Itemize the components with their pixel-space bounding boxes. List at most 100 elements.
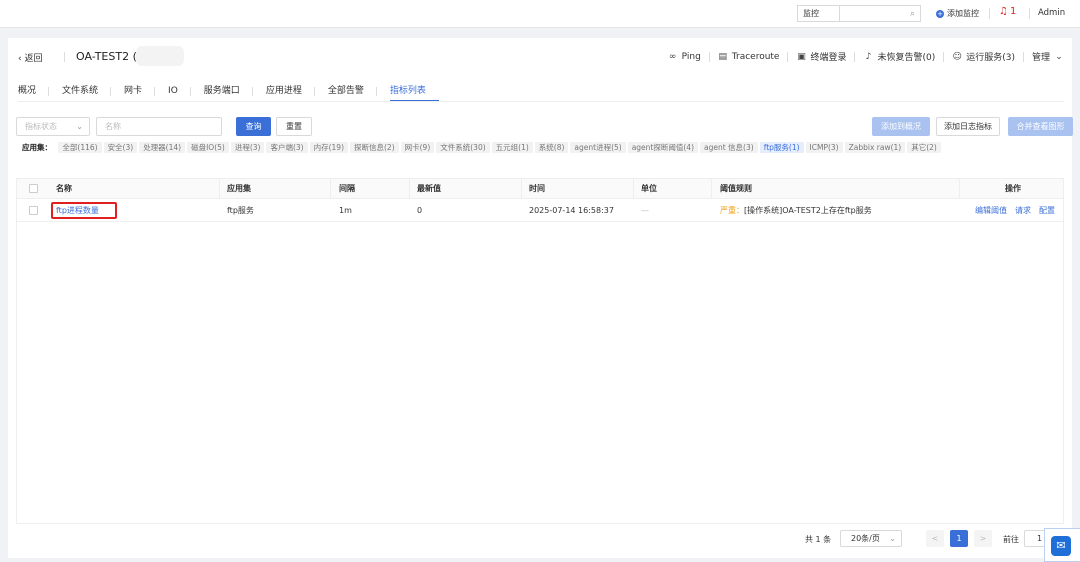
tab-service-ports[interactable]: 服务端口: [204, 84, 253, 102]
manage-label: 管理: [1031, 53, 1050, 63]
row-appset: ftp服务: [227, 206, 254, 215]
name-input[interactable]: 名称: [96, 117, 222, 136]
row-time: 2025-07-14 16:58:37: [529, 206, 614, 215]
redacted-mask: [136, 46, 184, 66]
traceroute-button[interactable]: ▤ Traceroute: [718, 52, 780, 62]
tab-all-alerts[interactable]: 全部告警: [328, 84, 377, 102]
appset-chip[interactable]: 五元组(1): [491, 142, 533, 153]
metrics-table: 名称 应用集 间隔 最新值 时间 单位 阈值规则 操作 ftp进程数量 ftp服…: [16, 178, 1064, 524]
tab-filesystem[interactable]: 文件系统: [62, 84, 112, 102]
col-latest: 最新值: [417, 184, 441, 193]
col-name: 名称: [56, 184, 72, 193]
terminal-login-label: 终端登录: [810, 53, 847, 63]
tab-overview[interactable]: 概况: [18, 84, 50, 102]
divider: [64, 52, 65, 62]
appset-chip[interactable]: 处理器(14): [139, 142, 186, 153]
page-size-value: 20条/页: [851, 534, 880, 543]
merge-graphs-button[interactable]: 合并查看图形: [1008, 117, 1073, 136]
user-menu[interactable]: Admin: [1038, 8, 1065, 18]
terminal-login-button[interactable]: ▣ 终端登录: [796, 50, 847, 64]
unrecovered-alerts-button[interactable]: ♪ 未恢复告警(0): [863, 50, 936, 64]
table-row[interactable]: ftp进程数量 ftp服务 1m 0 2025-07-14 16:58:37 —…: [17, 200, 1063, 222]
row-unit: —: [641, 206, 649, 215]
alert-count: 1: [1009, 6, 1017, 17]
appset-chip[interactable]: 文件系统(30): [436, 142, 490, 153]
tab-underline: [18, 101, 1064, 102]
ping-label: Ping: [681, 51, 701, 62]
row-interval: 1m: [339, 206, 352, 215]
col-time: 时间: [529, 184, 545, 193]
rule-text: [操作系统]OA-TEST2上存在ftp服务: [744, 206, 872, 215]
tab-metrics-list[interactable]: 指标列表: [389, 84, 439, 102]
appset-chip[interactable]: ftp服务(1): [759, 142, 804, 153]
select-all-checkbox[interactable]: [29, 179, 38, 198]
tab-nic[interactable]: 网卡: [124, 84, 156, 102]
col-unit: 单位: [641, 184, 657, 193]
chat-icon: ✉: [1051, 536, 1071, 556]
appset-chip[interactable]: agent进程(5): [570, 142, 626, 153]
total-count: 共 1 条: [805, 535, 832, 544]
chevron-down-icon: ⌄: [889, 534, 896, 543]
chat-widget-button[interactable]: ✉: [1044, 528, 1080, 562]
reset-button[interactable]: 重置: [276, 117, 312, 136]
search-icon[interactable]: ⌕: [910, 9, 915, 19]
tab-app-processes[interactable]: 应用进程: [266, 84, 315, 102]
col-interval: 间隔: [339, 184, 355, 193]
appset-chip[interactable]: 内存(19): [309, 142, 348, 153]
ping-button[interactable]: ∞ Ping: [668, 52, 701, 62]
page-header: ‹ 返回 OA-TEST2 (17 ∞ Ping ▤ Traceroute ▣ …: [16, 46, 1064, 66]
add-monitor-button[interactable]: + 添加监控: [936, 8, 979, 19]
unrecovered-alerts-label: 未恢复告警(0): [877, 53, 936, 63]
alert-button[interactable]: ♫ 1: [999, 6, 1016, 17]
appset-chip[interactable]: 客户端(3): [266, 142, 308, 153]
terminal-icon: ▣: [797, 51, 806, 62]
traceroute-label: Traceroute: [731, 51, 780, 62]
add-to-overview-button[interactable]: 添加到概况: [872, 117, 930, 136]
request-link[interactable]: 请求: [1015, 205, 1031, 216]
back-button[interactable]: ‹ 返回: [18, 51, 43, 64]
appset-chip[interactable]: 进程(3): [230, 142, 265, 153]
filter-bar: 指标状态 ⌄ 名称 查询 重置 添加到概况 添加日志指标 合并查看图形: [16, 117, 1073, 137]
appset-label: 应用集：: [22, 143, 52, 152]
appset-chip[interactable]: 安全(3): [103, 142, 138, 153]
table-header: 名称 应用集 间隔 最新值 时间 单位 阈值规则 操作: [17, 179, 1063, 199]
divider: [989, 8, 990, 19]
appset-chip[interactable]: ICMP(3): [805, 142, 843, 153]
metric-name-link[interactable]: ftp进程数量: [56, 200, 99, 221]
appset-chip[interactable]: 网卡(9): [400, 142, 435, 153]
tab-io[interactable]: IO: [168, 84, 191, 102]
appset-chip[interactable]: 全部(116): [58, 142, 102, 153]
main-card: ‹ 返回 OA-TEST2 (17 ∞ Ping ▤ Traceroute ▣ …: [8, 38, 1073, 558]
row-latest-value: 0: [417, 206, 423, 215]
link-icon: ∞: [668, 51, 677, 62]
prev-page-button[interactable]: <: [926, 530, 944, 547]
row-operations: 编辑阈值 请求 配置: [975, 200, 1055, 221]
metric-status-select[interactable]: 指标状态 ⌄: [16, 117, 90, 136]
manage-dropdown[interactable]: 管理 ⌄: [1031, 50, 1064, 64]
appset-chip[interactable]: Zabbix raw(1): [844, 142, 906, 153]
appset-chip[interactable]: agent 信息(3): [700, 142, 758, 153]
query-button[interactable]: 查询: [236, 117, 271, 136]
top-search-input[interactable]: ⌕: [839, 5, 921, 22]
row-checkbox[interactable]: [29, 200, 38, 221]
user-icon: ☺: [952, 51, 962, 62]
appset-chip[interactable]: 其它(2): [907, 142, 941, 153]
running-services-button[interactable]: ☺ 运行服务(3): [952, 50, 1015, 64]
monitor-type-select[interactable]: 监控: [797, 5, 839, 22]
next-page-button[interactable]: >: [974, 530, 992, 547]
config-link[interactable]: 配置: [1039, 205, 1055, 216]
back-label: 返回: [24, 54, 43, 64]
appset-chip[interactable]: 系统(8): [534, 142, 569, 153]
page-1-button[interactable]: 1: [950, 530, 968, 547]
metric-status-placeholder: 指标状态: [25, 122, 57, 131]
page-size-select[interactable]: 20条/页 ⌄: [840, 530, 902, 547]
appset-chip[interactable]: agent探断阈值(4): [627, 142, 698, 153]
plus-icon: +: [936, 9, 944, 18]
add-log-metric-button[interactable]: 添加日志指标: [936, 117, 1000, 136]
appset-chip[interactable]: 探断信息(2): [350, 142, 399, 153]
appset-chip[interactable]: 磁盘IO(5): [187, 142, 229, 153]
user-name: Admin: [1038, 8, 1066, 18]
severity-label: 严重：: [720, 206, 744, 215]
edit-threshold-link[interactable]: 编辑阈值: [975, 205, 1007, 216]
tab-bar: 概况 文件系统 网卡 IO 服务端口 应用进程 全部告警 指标列表: [18, 84, 452, 102]
